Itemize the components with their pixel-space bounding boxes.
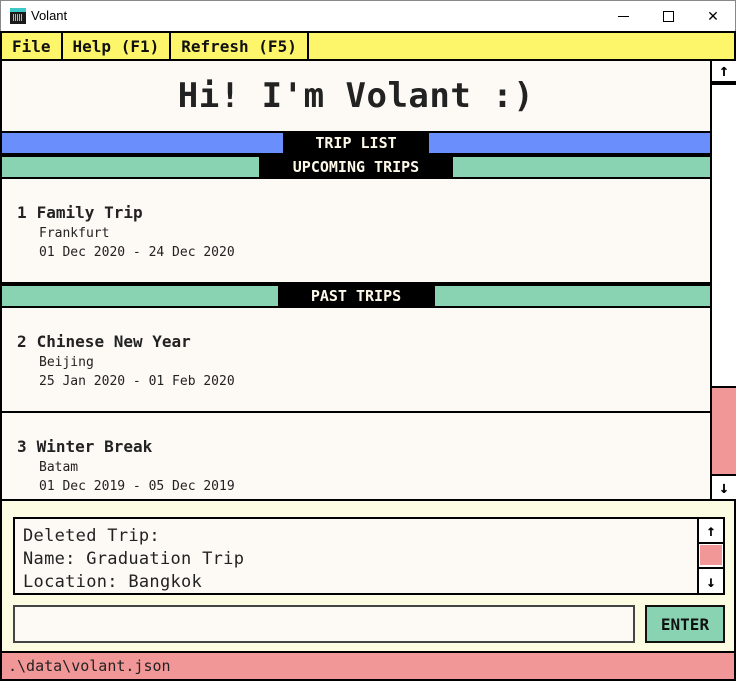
result-display: Deleted Trip: Name: Graduation Trip Loca… — [13, 517, 725, 595]
scroll-down-button[interactable]: ↓ — [712, 474, 736, 499]
upcoming-trips-heading: UPCOMING TRIPS — [259, 157, 453, 177]
greeting-header: Hi! I'm Volant :) — [2, 61, 710, 131]
result-scroll-thumb[interactable] — [700, 545, 722, 565]
trip-list-scrollbar[interactable]: ↑ ↓ — [710, 61, 736, 499]
title-bar: Volant ✕ — [0, 0, 736, 32]
trip-title-row: 1 Family Trip — [17, 203, 143, 222]
minimize-button[interactable] — [600, 1, 646, 32]
enter-button[interactable]: ENTER — [645, 605, 725, 643]
scroll-up-button[interactable]: ↑ — [712, 61, 736, 85]
minimize-icon — [617, 16, 629, 17]
menu-help[interactable]: Help (F1) — [63, 33, 172, 59]
data-file-path: .\data\volant.json — [8, 657, 171, 675]
trip-index: 1 — [17, 203, 27, 222]
arrow-down-icon: ↓ — [718, 477, 730, 498]
trip-title-row: 3 Winter Break — [17, 437, 152, 456]
trip-dates: 01 Dec 2019 - 05 Dec 2019 — [39, 479, 235, 494]
trip-name: Family Trip — [36, 203, 143, 222]
trip-name: Chinese New Year — [36, 332, 191, 351]
trip-list-banner: TRIP LIST — [2, 131, 710, 155]
trip-location: Beijing — [39, 355, 94, 370]
maximize-button[interactable] — [645, 1, 691, 32]
arrow-down-icon: ↓ — [706, 571, 716, 591]
trip-name: Winter Break — [36, 437, 153, 456]
trip-list-viewport: Hi! I'm Volant :) TRIP LIST UPCOMING TRI… — [2, 61, 710, 499]
menu-file[interactable]: File — [2, 33, 63, 59]
trip-index: 3 — [17, 437, 27, 456]
menu-refresh[interactable]: Refresh (F5) — [171, 33, 309, 59]
trip-title-row: 2 Chinese New Year — [17, 332, 191, 351]
result-text: Deleted Trip: Name: Graduation Trip Loca… — [23, 526, 245, 592]
result-scroll-up-button[interactable]: ↑ — [699, 519, 723, 544]
past-trips-heading: PAST TRIPS — [277, 286, 435, 306]
arrow-up-icon: ↑ — [706, 521, 716, 540]
trip-location: Batam — [39, 460, 79, 475]
trip-location: Frankfurt — [39, 226, 110, 241]
command-panel: Deleted Trip: Name: Graduation Trip Loca… — [0, 499, 736, 651]
trip-list-panel: Hi! I'm Volant :) TRIP LIST UPCOMING TRI… — [0, 61, 736, 501]
trip-list-heading: TRIP LIST — [283, 133, 429, 153]
trip-card[interactable]: 3 Winter Break Batam 01 Dec 2019 - 05 De… — [2, 413, 710, 499]
result-scrollbar[interactable]: ↑ ↓ — [697, 519, 723, 593]
trip-dates: 25 Jan 2020 - 01 Feb 2020 — [39, 374, 235, 389]
trip-card[interactable]: 1 Family Trip Frankfurt 01 Dec 2020 - 24… — [2, 179, 710, 284]
trip-dates: 01 Dec 2020 - 24 Dec 2020 — [39, 245, 235, 260]
past-trips-banner: PAST TRIPS — [2, 284, 710, 308]
close-icon: ✕ — [707, 8, 719, 25]
trip-index: 2 — [17, 332, 27, 351]
app-logo-icon — [10, 8, 26, 24]
menu-bar: File Help (F1) Refresh (F5) — [0, 31, 736, 61]
maximize-icon — [662, 11, 674, 22]
status-bar: .\data\volant.json — [0, 651, 736, 681]
scroll-thumb[interactable] — [712, 386, 736, 474]
result-scroll-down-button[interactable]: ↓ — [699, 567, 723, 593]
close-button[interactable]: ✕ — [690, 1, 736, 32]
greeting-text: Hi! I'm Volant :) — [177, 76, 535, 116]
command-input[interactable] — [13, 605, 635, 643]
window-title: Volant — [31, 8, 68, 23]
arrow-up-icon: ↑ — [718, 61, 730, 81]
upcoming-trips-banner: UPCOMING TRIPS — [2, 155, 710, 179]
trip-card[interactable]: 2 Chinese New Year Beijing 25 Jan 2020 -… — [2, 308, 710, 413]
